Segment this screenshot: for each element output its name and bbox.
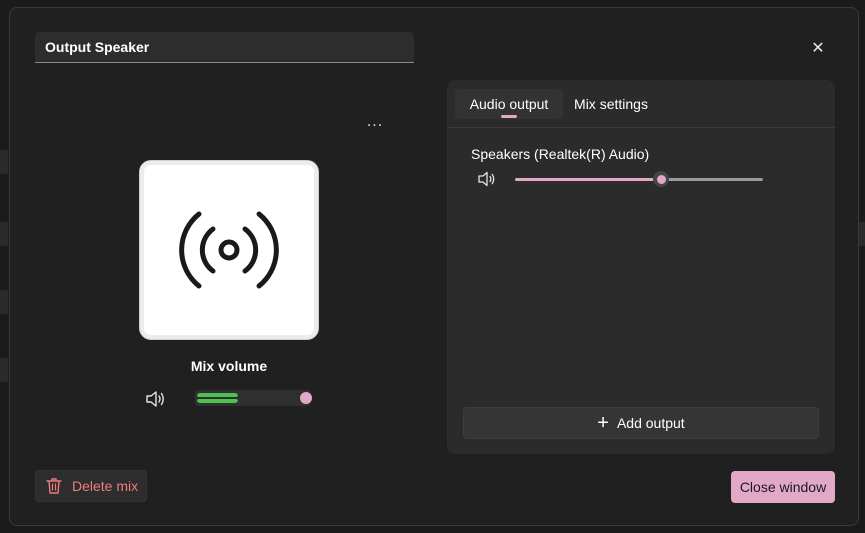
broadcast-icon bbox=[179, 211, 279, 289]
mix-volume-thumb[interactable] bbox=[300, 392, 313, 404]
mix-name-input[interactable] bbox=[35, 32, 414, 63]
close-window-button[interactable]: Close window bbox=[731, 471, 835, 503]
tab-mix-settings[interactable]: Mix settings bbox=[567, 89, 655, 119]
tab-mix-settings-label: Mix settings bbox=[574, 96, 648, 112]
plus-icon: + bbox=[597, 412, 609, 434]
mix-volume-slider[interactable] bbox=[195, 390, 313, 406]
output-device-name: Speakers (Realtek(R) Audio) bbox=[471, 146, 650, 162]
device-volume-thumb[interactable] bbox=[653, 171, 670, 187]
background-row bbox=[0, 290, 8, 314]
mix-artwork[interactable] bbox=[139, 160, 319, 340]
tab-audio-output[interactable]: Audio output bbox=[455, 89, 563, 119]
add-output-label: Add output bbox=[616, 415, 685, 431]
device-volume-fill bbox=[515, 178, 662, 181]
close-icon[interactable]: ✕ bbox=[808, 38, 828, 58]
trash-icon bbox=[46, 478, 62, 494]
tab-active-indicator bbox=[501, 115, 517, 118]
background-row bbox=[0, 358, 8, 382]
speaker-icon[interactable] bbox=[477, 170, 497, 188]
mix-dialog: ✕ ··· Mix volume Delete mix bbox=[9, 7, 859, 526]
mix-volume-label: Mix volume bbox=[190, 358, 268, 374]
panel-tabs: Audio output Mix settings bbox=[447, 80, 835, 128]
background-row bbox=[859, 222, 865, 246]
add-output-button[interactable]: + Add output bbox=[463, 407, 819, 439]
mix-level-meter bbox=[197, 393, 238, 403]
speaker-icon[interactable] bbox=[144, 389, 166, 409]
more-options-icon[interactable]: ··· bbox=[362, 116, 388, 140]
device-volume-slider[interactable] bbox=[515, 171, 763, 187]
background-row bbox=[0, 150, 8, 174]
delete-mix-label: Delete mix bbox=[72, 478, 139, 494]
output-panel: Audio output Mix settings Speakers (Real… bbox=[447, 80, 835, 454]
tab-audio-output-label: Audio output bbox=[469, 96, 549, 112]
delete-mix-button[interactable]: Delete mix bbox=[35, 470, 147, 502]
background-row bbox=[0, 222, 8, 246]
